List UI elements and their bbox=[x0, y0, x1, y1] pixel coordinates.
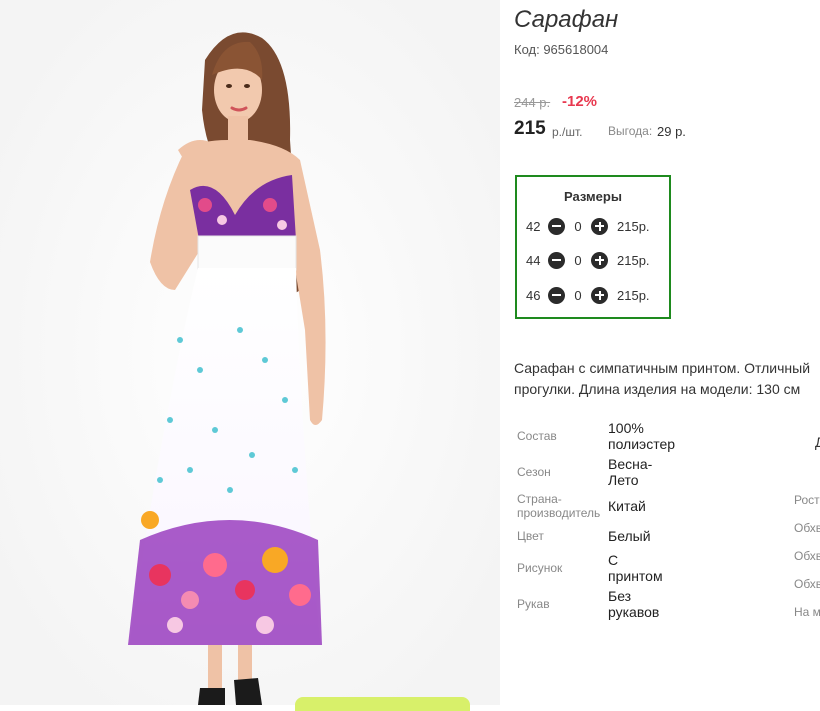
quantity-value: 0 bbox=[574, 287, 582, 303]
spec-value-color: Белый bbox=[608, 528, 651, 544]
spec-label-height: Рост bbox=[794, 493, 820, 507]
sizes-box: Размеры 42 0 215р. 44 0 215р. 46 0 215р. bbox=[515, 175, 671, 319]
size-price: 215р. bbox=[617, 252, 650, 268]
product-photo[interactable] bbox=[0, 0, 500, 705]
spec-label-country: Страна- производитель bbox=[517, 492, 600, 520]
benefit-label: Выгода: bbox=[608, 124, 653, 138]
spec-label-line: Страна- bbox=[517, 492, 562, 506]
spec-value-composition: 100% полиэстер bbox=[608, 420, 675, 452]
size-label: 42 bbox=[526, 218, 541, 234]
product-description: Сарафан с симпатичным принтом. Отличный … bbox=[514, 358, 820, 400]
quantity-value: 0 bbox=[574, 252, 582, 268]
product-title: Сарафан bbox=[514, 6, 619, 33]
price-unit: р./шт. bbox=[552, 125, 583, 139]
size-price: 215р. bbox=[617, 287, 650, 303]
spec-label-pattern: Рисунок bbox=[517, 561, 563, 575]
plus-icon[interactable] bbox=[591, 286, 608, 304]
spec-label-on-model: На м bbox=[794, 605, 820, 619]
quantity-value: 0 bbox=[574, 218, 582, 234]
size-label: 44 bbox=[526, 252, 541, 268]
product-code: Код: 965618004 bbox=[514, 42, 609, 57]
truncated-text: Д bbox=[815, 434, 820, 450]
spec-value-line: принтом bbox=[608, 568, 663, 584]
spec-label-season: Сезон bbox=[517, 465, 551, 479]
discount-badge: -12% bbox=[562, 93, 598, 110]
size-row: 46 0 215р. bbox=[526, 285, 650, 305]
benefit-value: 29 р. bbox=[657, 124, 686, 139]
minus-icon[interactable] bbox=[548, 251, 565, 269]
spec-label-waist: Обхв bbox=[794, 549, 820, 563]
size-row: 44 0 215р. bbox=[526, 250, 650, 270]
old-price: 244 р. bbox=[514, 95, 551, 110]
description-line: Сарафан с симпатичным принтом. Отличный bbox=[514, 360, 811, 376]
size-price: 215р. bbox=[617, 218, 650, 234]
size-label: 46 bbox=[526, 287, 541, 303]
spec-label-chest: Обхв bbox=[794, 521, 820, 535]
plus-icon[interactable] bbox=[591, 217, 608, 235]
spec-value-line: Без bbox=[608, 588, 632, 604]
spec-label-sleeve: Рукав bbox=[517, 597, 550, 611]
buy-button[interactable] bbox=[295, 697, 470, 711]
spec-label-color: Цвет bbox=[517, 529, 544, 543]
product-image bbox=[0, 0, 500, 705]
current-price: 215 bbox=[514, 118, 546, 139]
spec-value-season: Весна- Лето bbox=[608, 456, 652, 488]
spec-value-line: рукавов bbox=[608, 604, 660, 620]
spec-value-sleeve: Без рукавов bbox=[608, 588, 659, 620]
sizes-title: Размеры bbox=[564, 189, 622, 204]
plus-icon[interactable] bbox=[591, 251, 608, 269]
spec-value-line: Весна- bbox=[608, 456, 653, 472]
spec-value-line: 100% bbox=[608, 420, 644, 436]
description-line: прогулки. Длина изделия на модели: 130 с… bbox=[514, 381, 801, 397]
spec-value-pattern: С принтом bbox=[608, 552, 663, 584]
size-row: 42 0 215р. bbox=[526, 216, 650, 236]
spec-label-line: производитель bbox=[517, 506, 601, 520]
spec-value-line: Лето bbox=[608, 472, 639, 488]
minus-icon[interactable] bbox=[548, 286, 565, 304]
spec-value-line: полиэстер bbox=[608, 436, 676, 452]
spec-label-hips: Обхв bbox=[794, 577, 820, 591]
minus-icon[interactable] bbox=[548, 217, 565, 235]
spec-label-composition: Состав bbox=[517, 429, 557, 443]
spec-value-country: Китай bbox=[608, 498, 646, 514]
spec-value-line: С bbox=[608, 552, 619, 568]
